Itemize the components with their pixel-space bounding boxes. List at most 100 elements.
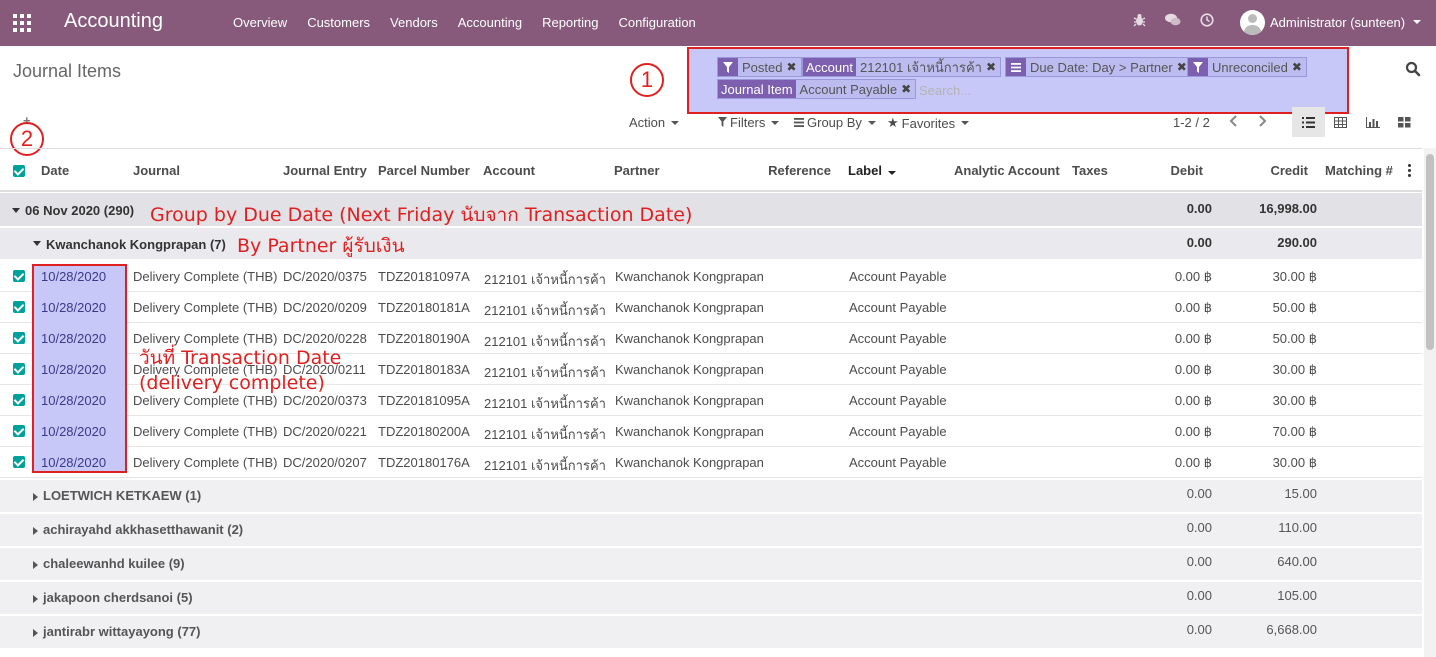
group-credit: 15.00 — [1284, 486, 1317, 501]
list-view-icon[interactable] — [1292, 107, 1325, 137]
row-checkbox[interactable] — [13, 363, 25, 375]
cell-partner: Kwanchanok Kongprapan — [615, 331, 764, 346]
clock-icon[interactable] — [1199, 13, 1215, 30]
table-row[interactable]: Delivery Complete (THB) DC/2020/0207 TDZ20… — [0, 447, 1422, 478]
group-row-partner[interactable]: achirayahd akkhasetthawanit (2) 0.00 110.0… — [0, 514, 1422, 547]
cell-debit: 0.00 ฿ — [1174, 393, 1212, 408]
favorites-dropdown[interactable]: ★ Favorites — [887, 115, 970, 131]
pivot-view-icon[interactable] — [1324, 107, 1357, 137]
col-header-matching[interactable]: Matching # — [1325, 163, 1393, 178]
col-header-credit[interactable]: Credit — [1220, 163, 1308, 178]
col-header-partner[interactable]: Partner — [614, 163, 660, 178]
group-debit: 0.00 — [1186, 622, 1212, 637]
cell-credit: 50.00 ฿ — [1272, 300, 1317, 315]
cell-partner: Kwanchanok Kongprapan — [615, 455, 764, 470]
remove-facet-icon[interactable]: ✖ — [901, 80, 915, 98]
column-options-icon[interactable] — [1408, 164, 1412, 178]
menu-item-customers[interactable]: Customers — [307, 15, 370, 30]
col-header-label[interactable]: Label — [848, 163, 896, 178]
group-by-dropdown[interactable]: Group By — [794, 115, 876, 130]
menu-item-reporting[interactable]: Reporting — [542, 15, 598, 30]
group-row-partner[interactable]: Kwanchanok Kongprapan (7) 0.00 290.00 — [0, 228, 1422, 260]
kanban-view-icon[interactable] — [1388, 107, 1421, 137]
pager-previous-icon[interactable] — [1229, 114, 1239, 132]
chat-icon[interactable] — [1165, 13, 1181, 30]
menu-item-configuration[interactable]: Configuration — [618, 15, 695, 30]
facet-posted[interactable]: Posted ✖ — [717, 57, 802, 77]
group-debit: 0.00 — [1186, 520, 1212, 535]
cell-date: 10/28/2020 — [41, 269, 107, 284]
table-row[interactable]: Delivery Complete (THB) DC/2020/0221 TDZ20… — [0, 416, 1422, 447]
facet-journal-item[interactable]: Journal Item Account Payable ✖ — [717, 79, 917, 99]
col-header-journal[interactable]: Journal — [133, 163, 180, 178]
col-header-account[interactable]: Account — [483, 163, 535, 178]
cell-parcel: TDZ20180176A — [378, 455, 470, 470]
cell-debit: 0.00 ฿ — [1174, 455, 1212, 470]
facet-value: Unreconciled — [1212, 59, 1288, 75]
app-brand[interactable]: Accounting — [64, 10, 163, 33]
apps-grid-icon[interactable] — [13, 14, 31, 32]
col-header-reference[interactable]: Reference — [740, 163, 831, 178]
group-label: Kwanchanok Kongprapan (7) — [46, 237, 226, 252]
row-checkbox[interactable] — [13, 456, 25, 468]
col-header-parcel-number[interactable]: Parcel Number — [378, 163, 470, 178]
col-header-date[interactable]: Date — [41, 163, 69, 178]
cell-credit: 30.00 ฿ — [1272, 362, 1317, 377]
sort-desc-icon — [887, 171, 896, 175]
chevron-down-icon[interactable] — [1413, 20, 1421, 24]
search-input[interactable] — [919, 81, 1219, 99]
action-dropdown[interactable]: Action — [629, 115, 680, 130]
facet-account[interactable]: Account 212101 เจ้าหนี้การค้า ✖ — [802, 57, 1002, 77]
facet-group-by[interactable]: Due Date: Day > Partner ✖ — [1005, 57, 1192, 77]
group-row-partner[interactable]: jakapoon cherdsanoi (5) 0.00 105.00 — [0, 582, 1422, 615]
annotation-date-note-1: วันที่ Transaction Date — [139, 347, 342, 369]
group-row-partner[interactable]: LOETWICH KETKAEW (1) 0.00 15.00 — [0, 480, 1422, 513]
caret-right-icon — [33, 629, 38, 637]
cell-label: Account Payable — [849, 362, 947, 377]
group-row-partner[interactable]: jantirabr wittayayong (77) 0.00 6,668.00 — [0, 616, 1422, 649]
col-header-analytic-account[interactable]: Analytic Account — [954, 163, 1060, 178]
pager-next-icon[interactable] — [1257, 114, 1267, 132]
menu-item-overview[interactable]: Overview — [233, 15, 287, 30]
table-row[interactable]: Delivery Complete (THB) DC/2020/0375 TDZ20… — [0, 261, 1422, 292]
group-label: achirayahd akkhasetthawanit (2) — [43, 522, 244, 537]
menu-item-vendors[interactable]: Vendors — [390, 15, 438, 30]
col-header-taxes[interactable]: Taxes — [1072, 163, 1108, 178]
select-all-checkbox[interactable] — [13, 165, 25, 177]
cell-account: 212101 เจ้าหนี้การค้า — [484, 427, 606, 442]
caret-right-icon — [33, 595, 38, 603]
remove-facet-icon[interactable]: ✖ — [986, 58, 1000, 76]
row-checkbox[interactable] — [13, 301, 25, 313]
group-credit: 290.00 — [1277, 235, 1317, 250]
remove-facet-icon[interactable]: ✖ — [786, 58, 800, 76]
menu-item-accounting[interactable]: Accounting — [458, 15, 522, 30]
row-checkbox[interactable] — [13, 425, 25, 437]
scrollbar[interactable] — [1424, 148, 1436, 657]
cell-date: 10/28/2020 — [41, 424, 107, 439]
cell-parcel: TDZ20180183A — [378, 362, 470, 377]
cell-date: 10/28/2020 — [41, 300, 107, 315]
scrollbar-thumb[interactable] — [1426, 154, 1434, 350]
cell-partner: Kwanchanok Kongprapan — [615, 424, 764, 439]
action-label: Action — [629, 115, 666, 130]
annotation-partner-note: By Partner ผู้รับเงิน — [237, 235, 405, 257]
row-checkbox[interactable] — [13, 394, 25, 406]
cell-credit: 30.00 ฿ — [1272, 455, 1317, 470]
user-avatar[interactable] — [1240, 10, 1265, 35]
row-checkbox[interactable] — [13, 332, 25, 344]
col-header-journal-entry[interactable]: Journal Entry — [283, 163, 367, 178]
search-icon[interactable] — [1405, 61, 1421, 77]
graph-view-icon[interactable] — [1356, 107, 1389, 137]
facet-unreconciled[interactable]: Unreconciled ✖ — [1187, 57, 1307, 77]
table-row[interactable]: Delivery Complete (THB) DC/2020/0209 TDZ20… — [0, 292, 1422, 323]
filter-icon — [1188, 58, 1208, 76]
group-row-partner[interactable]: chaleewanhd kuilee (9) 0.00 640.00 — [0, 548, 1422, 581]
pager-value[interactable]: 1-2 / 2 — [1173, 115, 1210, 130]
user-menu-name[interactable]: Administrator (sunteen) — [1270, 15, 1405, 30]
remove-facet-icon[interactable]: ✖ — [1292, 58, 1306, 76]
facet-value: Account Payable — [799, 81, 898, 97]
debug-bug-icon[interactable] — [1131, 13, 1147, 30]
col-header-debit[interactable]: Debit — [1120, 163, 1204, 178]
filters-dropdown[interactable]: Filters — [718, 115, 780, 130]
row-checkbox[interactable] — [13, 270, 25, 282]
